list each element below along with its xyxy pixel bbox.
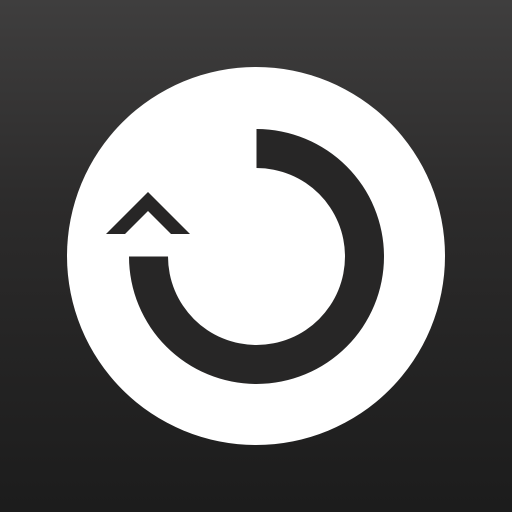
refresh-icon [67, 67, 445, 445]
app-icon[interactable] [0, 0, 512, 512]
icon-disc [67, 67, 445, 445]
